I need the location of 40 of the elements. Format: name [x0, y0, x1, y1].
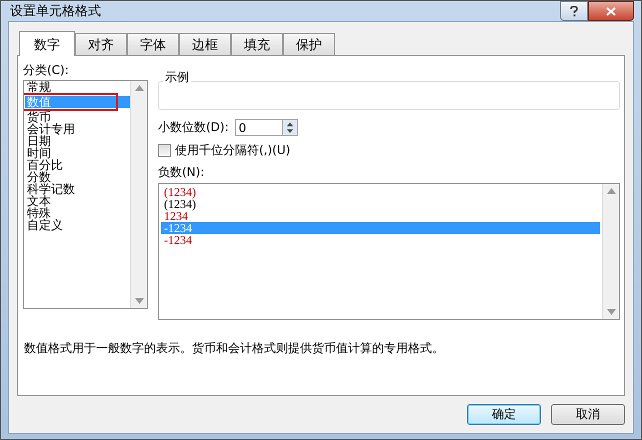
- negative-format-item[interactable]: 1234: [161, 210, 600, 222]
- description-text: 数值格式用于一般数字的表示。货币和会计格式则提供货币值计算的专用格式。: [23, 340, 445, 357]
- tab[interactable]: 填充: [231, 33, 283, 55]
- close-icon: [606, 6, 616, 16]
- negative-format-item[interactable]: -1234: [161, 234, 600, 246]
- category-item[interactable]: 文本: [25, 195, 130, 207]
- cancel-button[interactable]: 取消: [551, 404, 625, 425]
- ok-button[interactable]: 确定: [467, 404, 541, 425]
- tab[interactable]: 数字: [19, 31, 75, 56]
- negative-format-item[interactable]: (1234): [161, 198, 600, 210]
- help-button[interactable]: [560, 1, 588, 21]
- checkbox[interactable]: [158, 144, 171, 157]
- thousands-separator-label: 使用千位分隔符(,)(U): [175, 142, 290, 159]
- category-label: 分类(C):: [23, 62, 70, 79]
- scroll-down-icon[interactable]: [606, 309, 616, 315]
- help-icon: [570, 6, 578, 16]
- sample-label: 示例: [163, 69, 191, 86]
- tab[interactable]: 字体: [127, 33, 179, 55]
- scroll-down-icon[interactable]: [134, 298, 144, 304]
- category-item[interactable]: 百分比: [25, 159, 130, 171]
- tab[interactable]: 保护: [283, 33, 335, 55]
- category-item[interactable]: 常规: [25, 81, 130, 93]
- negative-numbers-label: 负数(N):: [158, 164, 206, 181]
- window-title: 设置单元格格式: [9, 3, 101, 20]
- category-item[interactable]: 自定义: [25, 219, 130, 231]
- decimal-places-label: 小数位数(D):: [158, 119, 229, 136]
- category-item[interactable]: 分数: [25, 171, 130, 183]
- category-item[interactable]: 特殊: [25, 207, 130, 219]
- category-item[interactable]: 日期: [25, 135, 130, 147]
- category-item[interactable]: 货币: [25, 111, 130, 123]
- scroll-up-icon[interactable]: [606, 188, 616, 194]
- category-item[interactable]: 会计专用: [25, 123, 130, 135]
- negative-format-item[interactable]: (1234): [161, 186, 600, 198]
- decimal-places-field[interactable]: 0: [234, 119, 282, 136]
- category-item[interactable]: 科学记数: [25, 183, 130, 195]
- category-item[interactable]: 时间: [25, 147, 130, 159]
- tab[interactable]: 对齐: [75, 33, 127, 55]
- scroll-up-icon[interactable]: [134, 85, 144, 91]
- close-button[interactable]: [588, 1, 634, 21]
- tab[interactable]: 边框: [179, 33, 231, 55]
